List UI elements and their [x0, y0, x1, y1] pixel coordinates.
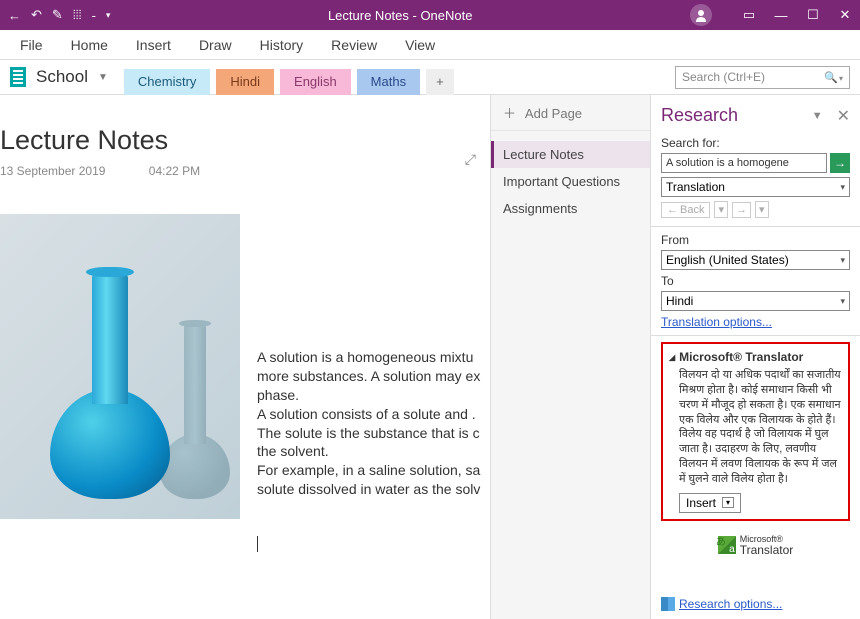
tab-maths[interactable]: Maths: [357, 69, 420, 95]
research-forward-button[interactable]: →: [732, 202, 751, 218]
to-label: To: [661, 274, 850, 288]
search-placeholder: Search (Ctrl+E): [682, 70, 765, 84]
pane-dropdown-icon[interactable]: ▼: [812, 110, 823, 122]
p3: phase.: [257, 386, 487, 405]
p7: For example, in a saline solution, sa: [257, 461, 487, 480]
menu-insert[interactable]: Insert: [122, 30, 185, 60]
menu-view[interactable]: View: [391, 30, 449, 60]
plus-icon: ＋: [503, 106, 516, 121]
translator-logo-icon: [718, 536, 736, 554]
notebook-label[interactable]: School: [36, 67, 88, 87]
notebook-icon[interactable]: [10, 67, 26, 87]
research-options-link[interactable]: Research options...: [661, 597, 782, 611]
tab-chemistry[interactable]: Chemistry: [124, 69, 211, 95]
page-datetime: 13 September 2019 04:22 PM: [0, 164, 480, 178]
translation-result-box: ◢Microsoft® Translator विलयन दो या अधिक …: [661, 342, 850, 521]
page-canvas[interactable]: ⤢ Lecture Notes 13 September 2019 04:22 …: [0, 95, 490, 619]
research-service-select[interactable]: Translation: [661, 177, 850, 197]
separator-icon: -: [92, 8, 96, 23]
book-icon: [661, 597, 675, 611]
note-text-block[interactable]: A solution is a homogeneous mixtu more s…: [257, 348, 487, 499]
minimize-icon[interactable]: —: [774, 8, 788, 23]
ribbon-display-icon[interactable]: ▭: [742, 7, 756, 23]
menu-draw[interactable]: Draw: [185, 30, 246, 60]
to-language-select[interactable]: Hindi: [661, 291, 850, 311]
p5: The solute is the substance that is c: [257, 424, 487, 443]
p6: the solvent.: [257, 442, 487, 461]
back-icon[interactable]: ←: [8, 8, 21, 23]
research-search-input[interactable]: [661, 153, 827, 173]
insert-dropdown-icon[interactable]: ▾: [722, 497, 734, 508]
translator-source-header[interactable]: ◢Microsoft® Translator: [669, 350, 842, 364]
qat-dropdown-icon[interactable]: ▾: [106, 10, 111, 21]
user-avatar[interactable]: [690, 4, 712, 26]
collapse-icon: ◢: [669, 353, 675, 362]
p4: A solution consists of a solute and .: [257, 405, 487, 424]
page-item-assignments[interactable]: Assignments: [491, 195, 650, 222]
search-for-label: Search for:: [661, 136, 850, 150]
pane-close-icon[interactable]: ✕: [837, 106, 850, 126]
page-time: 04:22 PM: [149, 164, 200, 178]
tab-hindi[interactable]: Hindi: [216, 69, 274, 95]
from-language-select[interactable]: English (United States): [661, 250, 850, 270]
research-pane: Research ▼ ✕ Search for: → Translation ←…: [650, 95, 860, 619]
quick-access-toolbar: ← ↶ ✎ ⦙⦙⦙ - ▾: [8, 7, 110, 23]
window-title: Lecture Notes - OneNote: [110, 8, 690, 23]
research-header: Research: [661, 105, 806, 126]
menu-history[interactable]: History: [246, 30, 318, 60]
insert-button[interactable]: Insert ▾: [679, 493, 741, 513]
p2: more substances. A solution may ex: [257, 367, 487, 386]
p8: solute dissolved in water as the solv: [257, 480, 487, 499]
section-toolbar: School ▼ Chemistry Hindi English Maths +…: [0, 60, 860, 95]
page-item-lecture-notes[interactable]: Lecture Notes: [491, 141, 650, 168]
inserted-image[interactable]: [0, 214, 240, 519]
page-title[interactable]: Lecture Notes: [0, 125, 480, 156]
translation-options-link[interactable]: Translation options...: [661, 315, 850, 329]
page-date: 13 September 2019: [0, 164, 105, 178]
search-input[interactable]: Search (Ctrl+E) 🔍: [675, 66, 850, 89]
translated-text: विलयन दो या अधिक पदार्थों का सजातीय मिश्…: [669, 368, 842, 487]
notebook-dropdown-icon[interactable]: ▼: [98, 72, 108, 83]
menu-home[interactable]: Home: [57, 30, 122, 60]
tab-english[interactable]: English: [280, 69, 351, 95]
menu-review[interactable]: Review: [317, 30, 391, 60]
add-page-label: Add Page: [525, 106, 582, 121]
back-history-dropdown[interactable]: ▾: [714, 201, 728, 218]
p1: A solution is a homogeneous mixtu: [257, 348, 487, 367]
research-go-button[interactable]: →: [830, 153, 850, 173]
expand-icon[interactable]: ⤢: [465, 151, 476, 168]
menu-file[interactable]: File: [6, 30, 57, 60]
menu-bar: File Home Insert Draw History Review Vie…: [0, 30, 860, 60]
translator-brand: Microsoft®Translator: [661, 535, 850, 556]
title-bar: ← ↶ ✎ ⦙⦙⦙ - ▾ Lecture Notes - OneNote ▭ …: [0, 0, 860, 30]
from-label: From: [661, 233, 850, 247]
search-icon[interactable]: 🔍: [824, 71, 843, 84]
forward-history-dropdown[interactable]: ▾: [755, 201, 769, 218]
page-item-important-questions[interactable]: Important Questions: [491, 168, 650, 195]
text-cursor: [257, 536, 258, 552]
close-icon[interactable]: ✕: [838, 7, 852, 23]
page-list-panel: ＋ Add Page Lecture Notes Important Quest…: [490, 95, 650, 619]
pin-icon[interactable]: ✎: [52, 7, 63, 23]
tab-add[interactable]: +: [426, 69, 454, 95]
maximize-icon[interactable]: ☐: [806, 7, 820, 23]
undo-icon[interactable]: ↶: [31, 7, 42, 23]
research-back-button[interactable]: ← Back: [661, 202, 710, 218]
touch-mode-icon[interactable]: ⦙⦙⦙: [73, 7, 82, 23]
add-page-button[interactable]: ＋ Add Page: [491, 95, 650, 131]
